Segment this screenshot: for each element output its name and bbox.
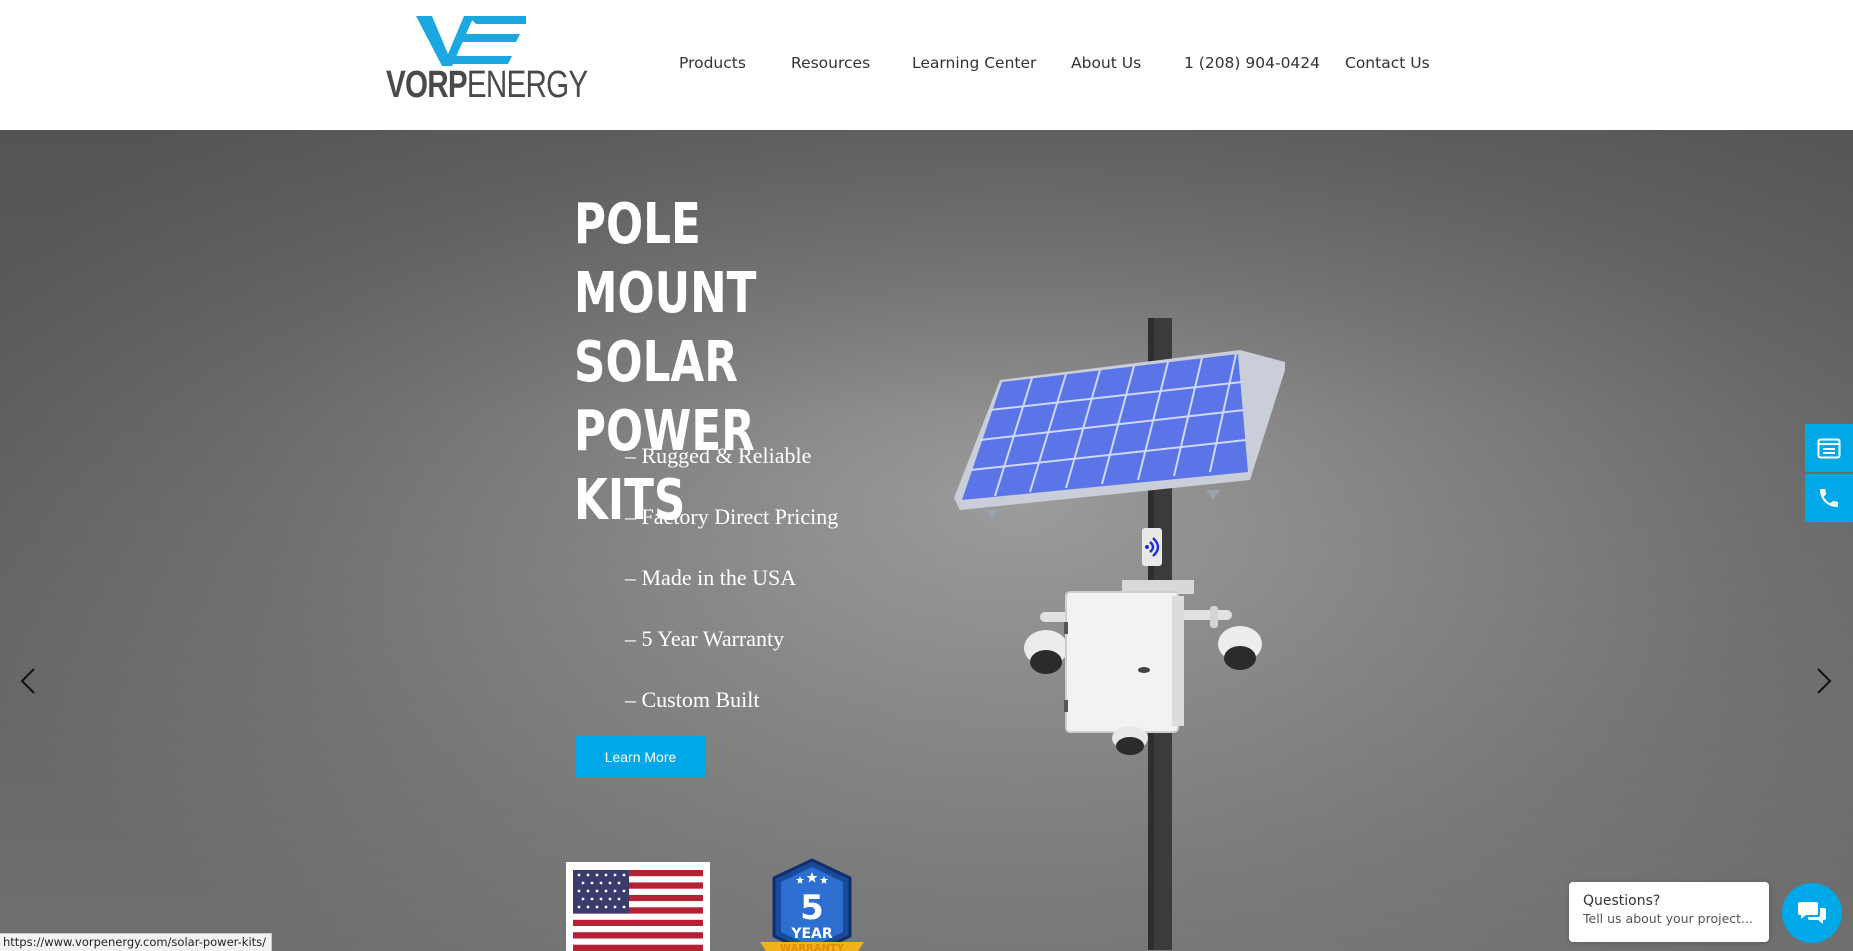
chat-launcher-button[interactable]: [1782, 883, 1842, 943]
logo-wordmark: VORPENERGY: [386, 64, 588, 106]
nav-resources[interactable]: Resources: [791, 54, 870, 72]
nav-products[interactable]: Products: [679, 54, 746, 72]
chevron-right-icon[interactable]: [1812, 666, 1836, 696]
phone-button[interactable]: [1805, 474, 1853, 522]
chevron-left-icon[interactable]: [16, 666, 40, 696]
phone-icon: [1820, 489, 1838, 507]
nav-contact-us[interactable]: Contact Us: [1345, 54, 1430, 72]
quote-form-button[interactable]: [1805, 424, 1853, 472]
nav-about-us[interactable]: About Us: [1071, 54, 1141, 72]
svg-text:WARRANTY: WARRANTY: [780, 943, 845, 951]
chat-title: Questions?: [1583, 893, 1661, 909]
status-bar-url: https://www.vorpenergy.com/solar-power-k…: [0, 933, 273, 951]
feature-item: – Made in the USA: [625, 565, 797, 590]
quote-form-icon: [1817, 438, 1841, 459]
chat-subtitle: Tell us about your project...: [1583, 911, 1753, 926]
feature-list: – Rugged & Reliable – Factory Direct Pri…: [625, 428, 838, 733]
svg-text:YEAR: YEAR: [790, 926, 833, 942]
enclosure-box-shape: [1064, 591, 1184, 733]
warranty-badge-icon: 5 YEAR WARRANTY: [760, 858, 864, 951]
nav-learning-center[interactable]: Learning Center: [912, 54, 1036, 72]
feature-item: – Factory Direct Pricing: [625, 504, 839, 529]
chat-prompt[interactable]: Questions? Tell us about your project...: [1569, 882, 1769, 942]
feature-item: – Rugged & Reliable: [625, 443, 812, 468]
nav-phone[interactable]: 1 (208) 904-0424: [1184, 54, 1320, 72]
feature-item: – 5 Year Warranty: [625, 626, 785, 651]
vorp-energy-logo[interactable]: VORPENERGY: [386, 16, 588, 104]
site-header: VORPENERGY Products Resources Learning C…: [0, 0, 1853, 130]
learn-more-button[interactable]: Learn More: [575, 736, 706, 777]
usa-flag-badge: [566, 862, 710, 951]
feature-item: – Custom Built: [625, 687, 760, 712]
svg-text:5: 5: [800, 888, 824, 928]
hero-slider: POLE MOUNT SOLAR POWER KITS – Rugged & R…: [0, 130, 1853, 951]
solar-pole-kit-image: [954, 318, 1285, 950]
chat-icon: [1798, 902, 1826, 924]
logo-mark-icon: [416, 16, 526, 66]
solar-panel-shape: [954, 350, 1285, 510]
usa-flag-icon: [573, 870, 703, 951]
